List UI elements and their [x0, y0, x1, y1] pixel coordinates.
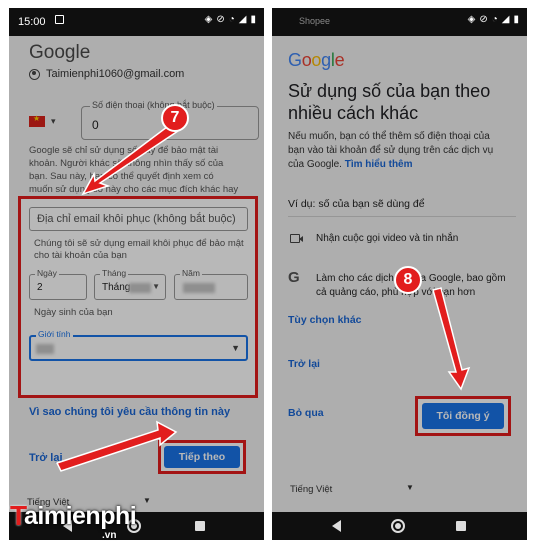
- logo-letter: g: [321, 50, 331, 70]
- example-heading: Ví dụ: số của bạn sẽ dùng để: [288, 198, 425, 210]
- status-icons: ◈ ⊘ ◔ ◢ ▮: [205, 14, 256, 26]
- navigation-bar: [272, 512, 527, 540]
- google-g-icon: G: [288, 269, 300, 286]
- step-8-badge: 8: [394, 266, 422, 294]
- no-sim-icon: ⊘: [216, 14, 225, 25]
- year-field[interactable]: Năm: [174, 268, 248, 300]
- year-label: Năm: [180, 268, 202, 278]
- month-field[interactable]: Tháng Tháng ▼: [94, 268, 166, 300]
- signup-screen: Google Taimienphi1060@gmail.com ▾ Số điệ…: [9, 36, 264, 512]
- highlighted-optional-fields: Địa chỉ email khôi phục (không bắt buộc)…: [18, 196, 258, 398]
- logo-letter: o: [311, 50, 322, 70]
- gender-label: Giới tính: [36, 329, 73, 339]
- recents-nav-icon[interactable]: [195, 521, 205, 531]
- skip-button[interactable]: Bỏ qua: [288, 407, 324, 419]
- wifi-icon: ◔: [228, 14, 235, 25]
- recents-nav-icon[interactable]: [456, 521, 466, 531]
- back-button[interactable]: Trở lại: [288, 358, 320, 370]
- vibrate-icon: ◈: [467, 14, 476, 25]
- step-7-badge: 7: [161, 104, 189, 132]
- watermark-suffix: .vn: [102, 530, 117, 541]
- phone-number-value: 0: [92, 118, 99, 132]
- vibrate-icon: ◈: [204, 14, 213, 25]
- back-button[interactable]: Trở lại: [29, 452, 63, 464]
- battery-icon: ▮: [513, 14, 519, 25]
- recovery-email-field[interactable]: Địa chỉ email khôi phục (không bắt buộc): [29, 207, 248, 231]
- status-icons: ◈ ⊘ ◔ ◢ ▮: [468, 14, 519, 26]
- day-value: 2: [37, 282, 43, 293]
- page-title: Google: [29, 42, 91, 63]
- no-sim-icon: ⊘: [479, 14, 488, 25]
- chevron-down-icon[interactable]: ▼: [406, 483, 414, 492]
- status-bar: Shopee ◈ ⊘ ◔ ◢ ▮: [272, 8, 527, 36]
- gender-select[interactable]: Giới tính ▼: [29, 329, 248, 361]
- chevron-down-icon: ▼: [152, 282, 160, 291]
- chevron-down-icon: ▼: [231, 343, 240, 353]
- vietnam-flag-icon[interactable]: [29, 114, 45, 127]
- more-options-link[interactable]: Tùy chọn khác: [288, 314, 362, 326]
- logo-letter: o: [301, 50, 312, 70]
- battery-icon: ▮: [250, 14, 256, 25]
- logo-letter: e: [334, 50, 345, 70]
- next-button[interactable]: Tiếp theo: [164, 446, 240, 468]
- phone-number-label: Số điện thoại (không bắt buộc): [90, 100, 217, 110]
- month-label: Tháng: [100, 268, 129, 278]
- account-email: Taimienphi1060@gmail.com: [46, 68, 185, 80]
- signal-icon: ◢: [238, 14, 247, 25]
- video-camera-icon: [290, 234, 303, 243]
- left-phone-screenshot: 15:00 ◈ ⊘ ◔ ◢ ▮ Google Taimienphi1060@gm…: [9, 8, 264, 540]
- google-logo: Google: [288, 50, 345, 71]
- back-nav-icon[interactable]: [332, 520, 341, 532]
- notification-icon: [55, 15, 64, 24]
- status-carrier: Shopee: [299, 16, 331, 26]
- redacted-value: [183, 283, 215, 293]
- recovery-email-help: Chúng tôi sẽ sử dụng email khôi phục để …: [34, 238, 244, 261]
- taimienphi-watermark: T aimienphi .vn: [6, 498, 166, 544]
- day-field[interactable]: Ngày 2: [29, 268, 87, 300]
- wifi-icon: ◔: [491, 14, 498, 25]
- why-info-link[interactable]: Vì sao chúng tôi yêu cầu thông tin này: [29, 406, 230, 418]
- logo-letter: G: [288, 50, 302, 70]
- redacted-value: [36, 344, 54, 354]
- page-title: Sử dụng số của bạn theo nhiều cách khác: [288, 81, 491, 123]
- redacted-value: [129, 283, 151, 293]
- next-button-highlight: Tiếp theo: [158, 440, 246, 474]
- status-time: 15:00: [18, 16, 46, 28]
- language-select[interactable]: Tiếng Việt: [290, 484, 332, 495]
- divider: [288, 216, 516, 217]
- agree-button[interactable]: Tôi đồng ý: [422, 403, 504, 429]
- account-icon: [29, 68, 40, 80]
- learn-more-link[interactable]: Tìm hiểu thêm: [345, 159, 413, 170]
- account-row: Taimienphi1060@gmail.com: [29, 68, 184, 80]
- signal-icon: ◢: [501, 14, 510, 25]
- day-label: Ngày: [35, 268, 59, 278]
- page-description: Nếu muốn, bạn có thể thêm số điện thoại …: [288, 130, 508, 172]
- dob-help-text: Ngày sinh của bạn: [34, 307, 113, 318]
- month-value: Tháng: [102, 282, 131, 293]
- watermark-brand: aimienphi: [24, 502, 137, 530]
- feature-video-text: Nhận cuộc gọi video và tin nhắn: [316, 233, 459, 244]
- status-bar: 15:00 ◈ ⊘ ◔ ◢ ▮: [9, 8, 264, 36]
- chevron-down-icon[interactable]: ▾: [51, 116, 56, 127]
- agree-button-highlight: Tôi đồng ý: [415, 396, 511, 436]
- home-nav-icon[interactable]: [391, 519, 405, 533]
